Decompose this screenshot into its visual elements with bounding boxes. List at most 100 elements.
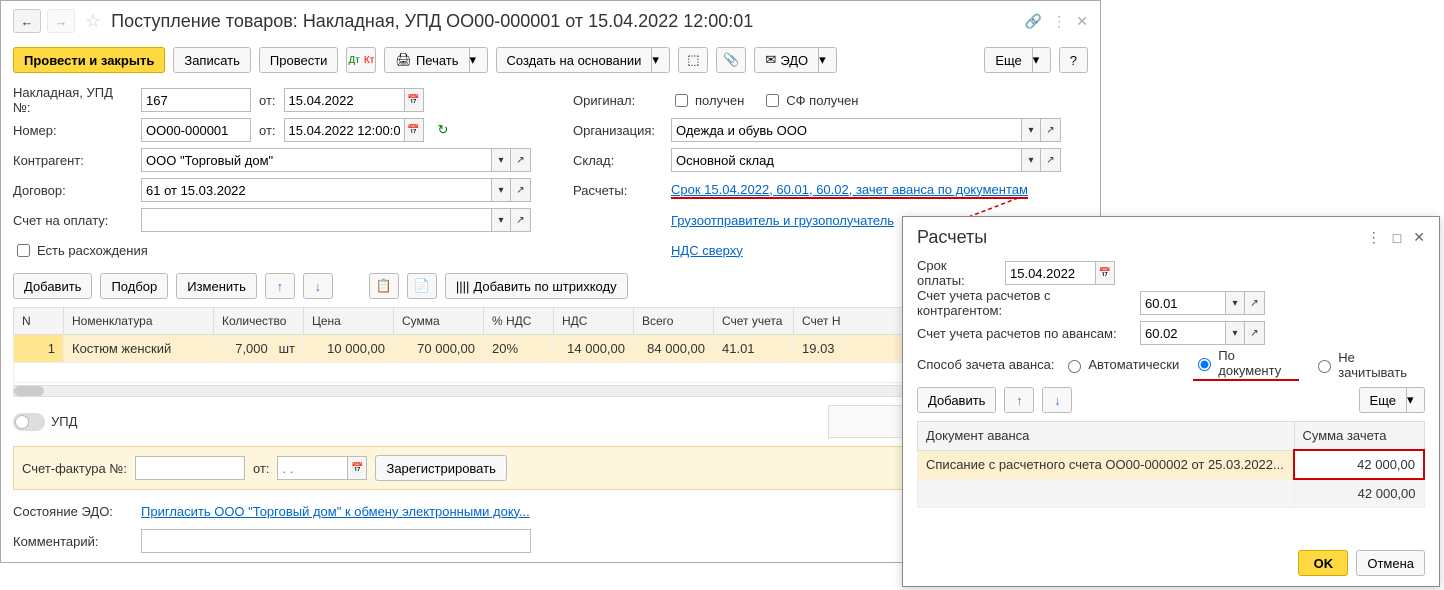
forward-button[interactable]: → <box>47 9 75 33</box>
contract-label: Договор: <box>13 183 133 198</box>
open-icon-4[interactable]: ↗ <box>1041 118 1061 142</box>
up-button[interactable]: ↑ <box>265 273 295 299</box>
pick-button[interactable]: Подбор <box>100 273 168 299</box>
radio-doc[interactable]: По документу <box>1193 348 1299 381</box>
number-input[interactable] <box>141 118 251 142</box>
advance-row[interactable]: Списание с расчетного счета ОО00-000002 … <box>918 450 1425 479</box>
related-button[interactable]: ⬚ <box>678 47 708 73</box>
col-vat-rate: % НДС <box>484 308 554 335</box>
open-icon-3[interactable]: ↗ <box>511 208 531 232</box>
warehouse-input[interactable] <box>671 148 1021 172</box>
title-bar: ← → ☆ Поступление товаров: Накладная, УП… <box>13 9 1088 39</box>
link-icon[interactable]: 🔗 <box>1025 13 1042 30</box>
due-date-input[interactable] <box>1005 261 1095 285</box>
edo-button[interactable]: ✉ ЭДО <box>754 47 819 73</box>
create-based-button[interactable]: Создать на основании <box>496 47 653 73</box>
invoice-num-input[interactable] <box>141 88 251 112</box>
from-label-2: от: <box>259 123 276 138</box>
more-button[interactable]: Еще <box>984 47 1032 73</box>
barcode-button[interactable]: |||| Добавить по штрихкоду <box>445 273 628 299</box>
open-icon-7[interactable]: ↗ <box>1245 321 1265 345</box>
back-button[interactable]: ← <box>13 9 41 33</box>
print-button[interactable]: 🖨 Печать <box>384 47 469 73</box>
sf-num-input[interactable] <box>135 456 245 480</box>
copy-button[interactable]: 📋 <box>369 273 399 299</box>
open-icon[interactable]: ↗ <box>511 148 531 172</box>
popup-close-icon[interactable]: ✕ <box>1413 229 1425 246</box>
paste-button[interactable]: 📄 <box>407 273 437 299</box>
cancel-button[interactable]: Отмена <box>1356 550 1425 576</box>
sf-date-input[interactable] <box>277 456 347 480</box>
payment-invoice-label: Счет на оплату: <box>13 213 133 228</box>
dropdown-icon-3[interactable]: ▾ <box>491 208 511 232</box>
payment-invoice-input[interactable] <box>141 208 491 232</box>
comment-input[interactable] <box>141 529 531 553</box>
acc-adv-input[interactable] <box>1140 321 1225 345</box>
upd-toggle[interactable]: УПД <box>13 413 77 431</box>
discrepancy-checkbox[interactable]: Есть расхождения <box>13 241 148 260</box>
attach-icon[interactable]: 📎 <box>716 47 746 73</box>
col-total: Всего <box>634 308 714 335</box>
more-dropdown[interactable]: ▾ <box>1033 47 1051 73</box>
settlements-link[interactable]: Срок 15.04.2022, 60.01, 60.02, зачет ава… <box>671 182 1028 199</box>
favorite-icon[interactable]: ☆ <box>85 11 101 32</box>
help-button[interactable]: ? <box>1059 47 1088 73</box>
calendar-icon-2[interactable]: 📅 <box>404 118 424 142</box>
original-label: Оригинал: <box>573 93 663 108</box>
popup-more-button[interactable]: Еще <box>1359 387 1407 413</box>
org-input[interactable] <box>671 118 1021 142</box>
received-checkbox[interactable]: получен <box>671 91 744 110</box>
col-n: N <box>14 308 64 335</box>
create-based-dropdown[interactable]: ▾ <box>652 47 670 73</box>
sf-received-checkbox[interactable]: СФ получен <box>762 91 858 110</box>
dropdown-icon-5[interactable]: ▾ <box>1021 148 1041 172</box>
number-date-input[interactable] <box>284 118 404 142</box>
calendar-icon-4[interactable]: 📅 <box>1095 261 1115 285</box>
dropdown-icon-7[interactable]: ▾ <box>1225 321 1245 345</box>
popup-down-button[interactable]: ↓ <box>1042 387 1072 413</box>
comment-label: Комментарий: <box>13 534 133 549</box>
counterparty-label: Контрагент: <box>13 153 133 168</box>
ok-button[interactable]: OK <box>1298 550 1348 576</box>
warehouse-label: Склад: <box>573 153 663 168</box>
post-button[interactable]: Провести <box>259 47 339 73</box>
dtct-button[interactable]: ДтКт <box>346 47 376 73</box>
calendar-icon-3[interactable]: 📅 <box>347 456 367 480</box>
popup-more-dropdown[interactable]: ▾ <box>1407 387 1425 413</box>
down-button[interactable]: ↓ <box>303 273 333 299</box>
open-icon-6[interactable]: ↗ <box>1245 291 1265 315</box>
dropdown-icon-6[interactable]: ▾ <box>1225 291 1245 315</box>
menu-icon[interactable]: ⋮ <box>1052 13 1066 30</box>
due-label: Срок оплаты: <box>917 258 997 288</box>
change-button[interactable]: Изменить <box>176 273 257 299</box>
invoice-date-input[interactable] <box>284 88 404 112</box>
edo-state-link[interactable]: Пригласить ООО "Торговый дом" к обмену э… <box>141 504 530 519</box>
offset-sum-cell[interactable]: 42 000,00 <box>1294 450 1424 479</box>
contract-input[interactable] <box>141 178 491 202</box>
post-close-button[interactable]: Провести и закрыть <box>13 47 165 73</box>
popup-add-button[interactable]: Добавить <box>917 387 996 413</box>
save-button[interactable]: Записать <box>173 47 251 73</box>
vat-link[interactable]: НДС сверху <box>671 243 743 258</box>
popup-up-button[interactable]: ↑ <box>1004 387 1034 413</box>
popup-maximize-icon[interactable]: □ <box>1393 230 1401 246</box>
print-dropdown[interactable]: ▾ <box>470 47 488 73</box>
add-button[interactable]: Добавить <box>13 273 92 299</box>
dropdown-icon[interactable]: ▾ <box>491 148 511 172</box>
open-icon-5[interactable]: ↗ <box>1041 148 1061 172</box>
register-button[interactable]: Зарегистрировать <box>375 455 506 481</box>
radio-auto[interactable]: Автоматически <box>1063 357 1179 373</box>
acc-cp-input[interactable] <box>1140 291 1225 315</box>
edo-dropdown[interactable]: ▾ <box>819 47 837 73</box>
calendar-icon[interactable]: 📅 <box>404 88 424 112</box>
radio-none[interactable]: Не зачитывать <box>1313 350 1425 380</box>
open-icon-2[interactable]: ↗ <box>511 178 531 202</box>
advance-table[interactable]: Документ аванса Сумма зачета Списание с … <box>917 421 1425 508</box>
shipper-link[interactable]: Грузоотправитель и грузополучатель <box>671 213 894 228</box>
counterparty-input[interactable] <box>141 148 491 172</box>
refresh-icon[interactable]: ↻ <box>438 122 449 138</box>
dropdown-icon-4[interactable]: ▾ <box>1021 118 1041 142</box>
close-icon[interactable]: ✕ <box>1076 13 1088 30</box>
dropdown-icon-2[interactable]: ▾ <box>491 178 511 202</box>
popup-menu-icon[interactable]: ⋮ <box>1367 229 1381 246</box>
